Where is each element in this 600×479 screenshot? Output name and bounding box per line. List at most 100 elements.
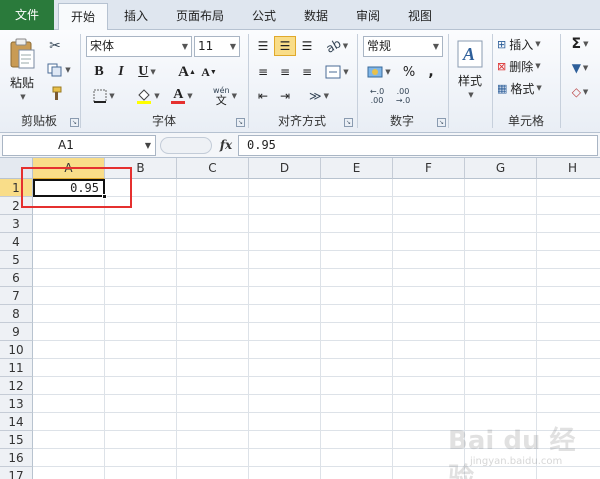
row-header-9[interactable]: 9 [0, 323, 33, 341]
cell-a7[interactable] [33, 287, 105, 305]
cell-c17[interactable] [177, 467, 249, 479]
cell-h5[interactable] [537, 251, 600, 269]
insert-function-button[interactable]: fx [216, 135, 236, 156]
cell-f2[interactable] [393, 197, 465, 215]
column-header-d[interactable]: D [249, 158, 321, 179]
cell-a12[interactable] [33, 377, 105, 395]
styles-button[interactable]: A 样式 ▼ [452, 34, 488, 104]
row-header-15[interactable]: 15 [0, 431, 33, 449]
accounting-format-button[interactable]: ▼ [364, 62, 394, 82]
cell-d9[interactable] [249, 323, 321, 341]
cell-f7[interactable] [393, 287, 465, 305]
copy-button[interactable]: ▼ [44, 60, 74, 80]
cell-h6[interactable] [537, 269, 600, 287]
cell-e10[interactable] [321, 341, 393, 359]
borders-button[interactable]: ▼ [88, 86, 120, 106]
cell-g10[interactable] [465, 341, 537, 359]
row-header-14[interactable]: 14 [0, 413, 33, 431]
cell-g4[interactable] [465, 233, 537, 251]
cell-f11[interactable] [393, 359, 465, 377]
row-header-4[interactable]: 4 [0, 233, 33, 251]
cell-a13[interactable] [33, 395, 105, 413]
cell-e9[interactable] [321, 323, 393, 341]
row-header-7[interactable]: 7 [0, 287, 33, 305]
row-header-3[interactable]: 3 [0, 215, 33, 233]
format-cells-button[interactable]: ▦ 格式 ▼ [497, 78, 555, 98]
cut-button[interactable]: ✂ [44, 36, 66, 56]
cell-c4[interactable] [177, 233, 249, 251]
cell-g3[interactable] [465, 215, 537, 233]
cell-a16[interactable] [33, 449, 105, 467]
cell-e5[interactable] [321, 251, 393, 269]
cell-f5[interactable] [393, 251, 465, 269]
cell-g9[interactable] [465, 323, 537, 341]
cell-b14[interactable] [105, 413, 177, 431]
cell-h11[interactable] [537, 359, 600, 377]
cell-a8[interactable] [33, 305, 105, 323]
row-header-17[interactable]: 17 [0, 467, 33, 479]
cell-d14[interactable] [249, 413, 321, 431]
cell-f8[interactable] [393, 305, 465, 323]
clipboard-launcher-icon[interactable]: ↘ [70, 118, 79, 127]
cell-c3[interactable] [177, 215, 249, 233]
fill-button[interactable]: ▼ ▼ [564, 58, 596, 78]
row-header-8[interactable]: 8 [0, 305, 33, 323]
underline-button[interactable]: U ▼ [132, 62, 162, 82]
grow-font-button[interactable]: A ▲ [176, 62, 198, 82]
cell-a10[interactable] [33, 341, 105, 359]
cell-a14[interactable] [33, 413, 105, 431]
cell-f6[interactable] [393, 269, 465, 287]
cell-d2[interactable] [249, 197, 321, 215]
cell-e15[interactable] [321, 431, 393, 449]
tab-insert[interactable]: 插入 [112, 3, 160, 29]
row-header-5[interactable]: 5 [0, 251, 33, 269]
cell-h2[interactable] [537, 197, 600, 215]
font-color-button[interactable]: A ▼ [166, 86, 198, 106]
cell-d4[interactable] [249, 233, 321, 251]
tab-data[interactable]: 数据 [292, 3, 340, 29]
cell-g8[interactable] [465, 305, 537, 323]
wrap-text-button[interactable]: ≫ ▼ [304, 86, 334, 106]
align-middle-button[interactable]: ☰ [274, 36, 296, 56]
phonetic-guide-button[interactable]: wén 文 ▼ [208, 86, 242, 106]
format-painter-button[interactable] [44, 84, 66, 104]
cell-e4[interactable] [321, 233, 393, 251]
formula-input[interactable]: 0.95 [238, 135, 598, 156]
column-header-c[interactable]: C [177, 158, 249, 179]
decrease-indent-button[interactable]: ⇤ [252, 86, 274, 106]
cell-d17[interactable] [249, 467, 321, 479]
cell-g6[interactable] [465, 269, 537, 287]
cell-g2[interactable] [465, 197, 537, 215]
cell-c11[interactable] [177, 359, 249, 377]
column-header-f[interactable]: F [393, 158, 465, 179]
cell-b7[interactable] [105, 287, 177, 305]
tab-formulas[interactable]: 公式 [242, 3, 286, 29]
cell-c9[interactable] [177, 323, 249, 341]
number-launcher-icon[interactable]: ↘ [437, 118, 446, 127]
cell-d1[interactable] [249, 179, 321, 197]
row-header-13[interactable]: 13 [0, 395, 33, 413]
row-header-12[interactable]: 12 [0, 377, 33, 395]
align-top-button[interactable]: ☰ [252, 36, 274, 56]
tab-file[interactable]: 文件 [0, 0, 54, 30]
cell-d8[interactable] [249, 305, 321, 323]
cell-b10[interactable] [105, 341, 177, 359]
alignment-launcher-icon[interactable]: ↘ [344, 118, 353, 127]
cell-g12[interactable] [465, 377, 537, 395]
cell-c1[interactable] [177, 179, 249, 197]
font-launcher-icon[interactable]: ↘ [236, 118, 245, 127]
cell-a11[interactable] [33, 359, 105, 377]
cell-h4[interactable] [537, 233, 600, 251]
cell-b3[interactable] [105, 215, 177, 233]
cell-e16[interactable] [321, 449, 393, 467]
bold-button[interactable]: B [88, 62, 110, 82]
row-header-16[interactable]: 16 [0, 449, 33, 467]
cell-h1[interactable] [537, 179, 600, 197]
shrink-font-button[interactable]: A ▼ [198, 62, 220, 82]
cell-a17[interactable] [33, 467, 105, 479]
cell-d10[interactable] [249, 341, 321, 359]
cell-g11[interactable] [465, 359, 537, 377]
cell-a9[interactable] [33, 323, 105, 341]
cell-e13[interactable] [321, 395, 393, 413]
decrease-decimal-button[interactable]: .00 →.0 [390, 86, 416, 106]
